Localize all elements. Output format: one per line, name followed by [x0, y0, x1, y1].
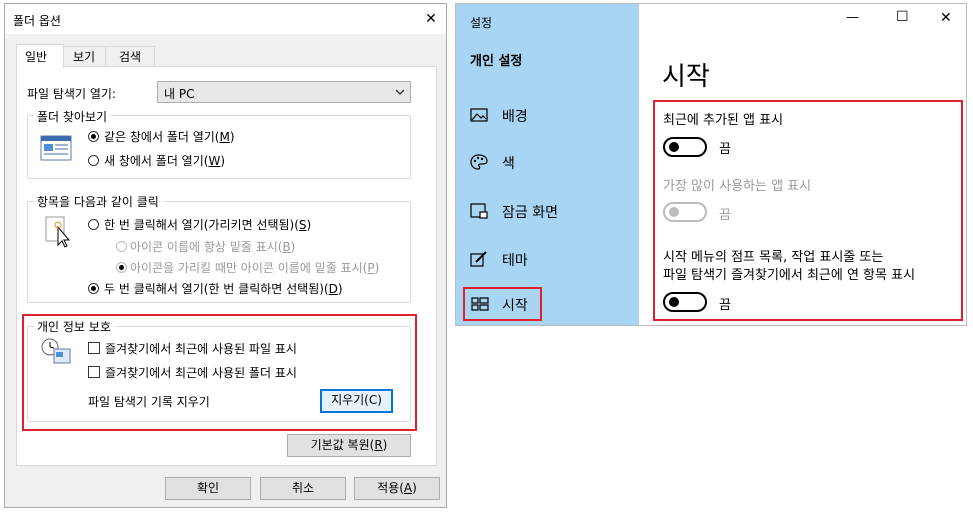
nav-label-themes: 테마 [502, 253, 528, 269]
radio-same-window[interactable] [88, 131, 99, 142]
nav-label-lock-screen: 잠금 화면 [502, 205, 558, 221]
open-explorer-label: 파일 탐색기 열기: [27, 87, 116, 101]
folder-options-dialog: 폴더 옵션 ✕ 일반 보기 검색 파일 탐색기 열기: 내 PC 폴더 찾아보기… [4, 3, 447, 508]
jump-list-label-line2: 파일 탐색기 즐겨찾기에서 최근에 연 항목 표시 [663, 268, 916, 283]
start-menu-icon [471, 297, 489, 311]
settings-app-title: 설정 [470, 16, 493, 30]
open-explorer-select[interactable]: 내 PC [157, 81, 411, 103]
recently-added-toggle[interactable] [663, 137, 707, 157]
cancel-button[interactable]: 취소 [260, 477, 346, 500]
radio-new-window[interactable] [88, 155, 99, 166]
nav-item-start[interactable]: 시작 [463, 287, 542, 321]
checkbox-recent-files[interactable] [88, 342, 100, 354]
most-used-toggle[interactable] [663, 202, 707, 222]
nav-label-background: 배경 [502, 109, 528, 125]
title-bar [5, 4, 446, 34]
new-window-label: 새 창에서 폴더 열기(W) [104, 154, 226, 168]
chevron-down-icon [395, 89, 405, 95]
ok-button[interactable]: 확인 [165, 477, 251, 500]
lock-screen-icon [470, 203, 488, 219]
radio-underline-always[interactable] [116, 241, 127, 252]
minimize-icon[interactable]: — [846, 10, 859, 25]
picture-icon [470, 108, 488, 122]
underline-hover-label: 아이콘을 가리킬 때만 아이콘 이름에 밑줄 표시(P) [130, 261, 380, 275]
palette-icon [470, 154, 488, 170]
tab-view-label: 보기 [72, 50, 96, 64]
tab-general[interactable]: 일반 [16, 44, 64, 68]
radio-double-click[interactable] [88, 283, 99, 294]
recent-folders-label: 즐겨찾기에서 최근에 사용된 폴더 표시 [105, 366, 297, 380]
jump-list-label-line1: 시작 메뉴의 점프 목록, 작업 표시줄 또는 [663, 250, 884, 265]
nav-label-color: 색 [502, 156, 515, 172]
browse-folders-legend: 폴더 찾아보기 [34, 108, 111, 125]
recently-added-state: 끔 [719, 142, 731, 157]
most-used-state: 끔 [719, 208, 731, 223]
folder-window-icon [40, 135, 72, 161]
tab-search-label: 검색 [118, 50, 142, 64]
radio-single-click[interactable] [88, 219, 99, 230]
nav-item-lock-screen[interactable]: 잠금 화면 [456, 189, 639, 233]
jump-list-state: 끔 [719, 298, 731, 313]
clear-history-button[interactable]: 지우기(C) [320, 389, 393, 413]
click-items-legend: 항목을 다음과 같이 클릭 [34, 193, 162, 210]
settings-window: 설정 개인 설정 배경 색 잠금 화면 테마 시작 — ☐ ✕ 시작 최근에 추… [455, 3, 967, 326]
most-used-label: 가장 많이 사용하는 앱 표시 [663, 179, 812, 194]
double-click-label: 두 번 클릭해서 열기(한 번 클릭하면 선택됨)(D) [104, 282, 343, 296]
recently-added-label: 최근에 추가된 앱 표시 [663, 113, 784, 128]
personalization-heading: 개인 설정 [470, 54, 523, 69]
restore-defaults-button[interactable]: 기본값 복원(R) [287, 434, 411, 457]
open-explorer-value: 내 PC [164, 87, 195, 101]
theme-brush-icon [470, 251, 487, 267]
recent-files-label: 즐겨찾기에서 최근에 사용된 파일 표시 [105, 342, 297, 356]
tab-view[interactable]: 보기 [62, 46, 106, 66]
apply-button[interactable]: 적용(A) [354, 477, 440, 500]
clear-history-label: 파일 탐색기 기록 지우기 [88, 395, 210, 409]
nav-item-color[interactable]: 색 [456, 140, 639, 184]
single-click-label: 한 번 클릭해서 열기(가리키면 선택됨)(S) [104, 218, 312, 232]
underline-always-label: 아이콘 이름에 항상 밑줄 표시(B) [130, 240, 296, 254]
privacy-legend: 개인 정보 보호 [34, 318, 114, 335]
nav-item-background[interactable]: 배경 [456, 93, 639, 137]
close-icon[interactable]: ✕ [419, 7, 443, 31]
settings-sidebar: 설정 개인 설정 배경 색 잠금 화면 테마 시작 [456, 4, 639, 325]
nav-item-themes[interactable]: 테마 [456, 237, 639, 281]
recent-items-icon [41, 338, 71, 364]
radio-underline-hover[interactable] [116, 262, 127, 273]
dialog-title: 폴더 옵션 [13, 14, 61, 28]
checkbox-recent-folders[interactable] [88, 366, 100, 378]
tab-general-label: 일반 [25, 50, 48, 64]
pointer-click-icon [45, 216, 71, 248]
jump-list-toggle[interactable] [663, 292, 707, 312]
maximize-icon[interactable]: ☐ [896, 9, 909, 25]
close-icon[interactable]: ✕ [940, 10, 952, 26]
page-title: 시작 [662, 62, 710, 92]
settings-content: — ☐ ✕ 시작 최근에 추가된 앱 표시 끔 가장 많이 사용하는 앱 표시 … [639, 4, 966, 325]
same-window-label: 같은 창에서 폴더 열기(M) [104, 130, 235, 144]
nav-label-start: 시작 [502, 298, 528, 314]
tab-search[interactable]: 검색 [105, 46, 155, 66]
